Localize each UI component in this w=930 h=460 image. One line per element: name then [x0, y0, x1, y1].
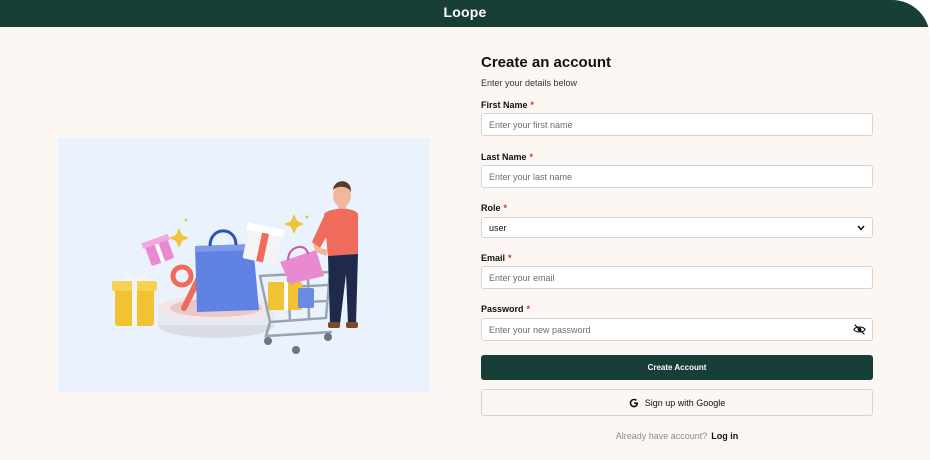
google-icon — [629, 398, 638, 407]
login-link[interactable]: Log in — [711, 431, 738, 441]
role-label-text: Role — [481, 203, 501, 213]
required-marker: * — [529, 152, 534, 162]
password-label: Password * — [481, 304, 530, 314]
role-label: Role * — [481, 203, 507, 213]
role-select[interactable]: user — [481, 217, 873, 238]
app-frame: Loope Create an account Enter your detai… — [0, 0, 930, 460]
shopping-illustration-art — [112, 181, 358, 354]
required-marker: * — [508, 253, 512, 263]
required-marker: * — [530, 100, 535, 110]
shopping-illustration — [58, 138, 430, 392]
email-input[interactable] — [481, 266, 873, 289]
google-signup-button[interactable]: Sign up with Google — [481, 389, 873, 416]
form-title: Create an account — [481, 54, 612, 71]
email-label: Email * — [481, 253, 512, 263]
required-marker: * — [503, 203, 508, 213]
chevron-down-icon — [857, 225, 865, 231]
last-name-label-text: Last Name — [481, 152, 527, 162]
required-marker: * — [526, 304, 531, 314]
form-subtitle: Enter your details below — [481, 78, 578, 88]
last-name-input[interactable] — [481, 165, 873, 188]
password-input[interactable] — [481, 318, 873, 341]
role-select-value: user — [489, 222, 507, 233]
first-name-input[interactable] — [481, 113, 873, 136]
create-account-button[interactable]: Create Account — [481, 355, 873, 380]
login-prompt-row: Already have account? Log in — [481, 431, 873, 441]
password-field — [481, 318, 873, 341]
login-prompt-text: Already have account? — [615, 431, 708, 441]
signup-form: Create an account Enter your details bel… — [481, 54, 873, 441]
brand-logo: Loope — [443, 4, 487, 20]
last-name-label: Last Name * — [481, 152, 533, 162]
eye-slash-icon[interactable] — [853, 323, 866, 336]
password-label-text: Password — [481, 304, 524, 314]
top-bar: Loope — [0, 0, 930, 27]
first-name-label: First Name * — [481, 100, 534, 110]
first-name-label-text: First Name — [481, 100, 528, 110]
google-signup-label: Sign up with Google — [644, 397, 726, 408]
email-label-text: Email — [481, 253, 506, 263]
